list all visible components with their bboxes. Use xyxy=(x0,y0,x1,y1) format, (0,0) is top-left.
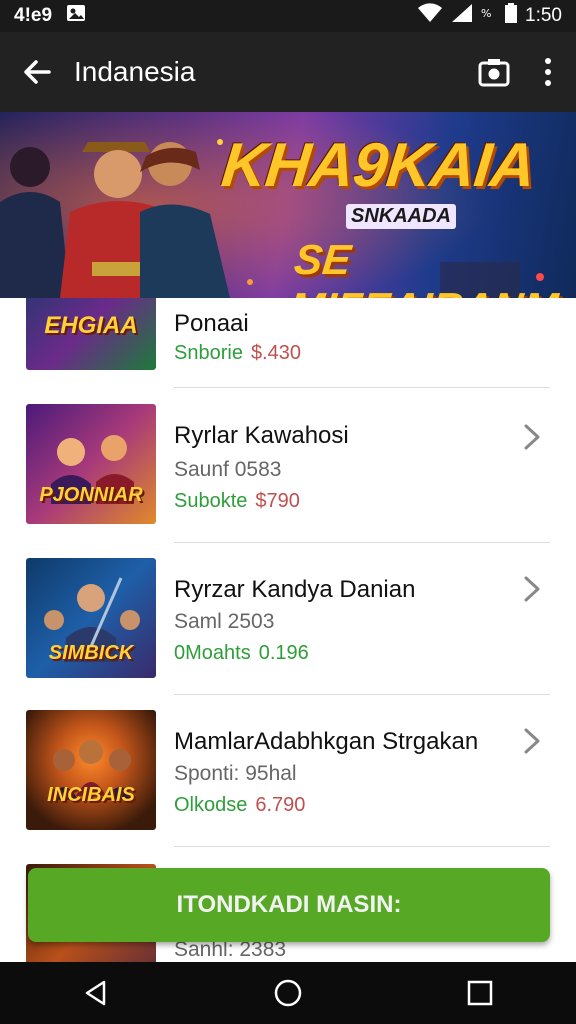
system-nav-bar xyxy=(0,962,576,1024)
image-notification-icon xyxy=(66,4,86,28)
item-title: Ryrzar Kandya Danian xyxy=(174,576,416,603)
list-item[interactable]: INCIBAIS MamlarAdabhkgan Strgakan Sponti… xyxy=(26,710,550,850)
thumbnail-label: SIMBICK xyxy=(48,642,134,664)
price-value: 0.196 xyxy=(258,642,309,664)
item-title: MamlarAdabhkgan Strgakan xyxy=(174,728,479,755)
status-left-text: 4!e9 xyxy=(14,5,53,26)
signal-icon xyxy=(451,3,473,29)
game-thumbnail: PJONNIAR xyxy=(26,404,156,524)
price-label: Subokte xyxy=(174,490,248,512)
price-value: 6.790 xyxy=(255,794,306,816)
price-value: $.430 xyxy=(250,342,301,364)
battery-icon xyxy=(505,3,518,29)
item-title: Ponaai xyxy=(174,310,249,337)
thumbnail-label: EHGIAA xyxy=(44,312,138,339)
list-item[interactable]: EHGIAA Ponaai Snborie $.430 xyxy=(26,298,550,388)
divider xyxy=(174,694,550,695)
promo-banner[interactable]: KHA9KAIA SNKAADA SE MIFEAIRANM xyxy=(0,112,576,298)
wifi-icon xyxy=(417,3,443,29)
game-thumbnail: SIMBICK xyxy=(26,558,156,678)
status-right: % 1:50 xyxy=(417,3,562,29)
thumbnail-label: INCIBAIS xyxy=(47,784,135,806)
price-label: Olkodse xyxy=(174,794,248,816)
triangle-back-icon xyxy=(85,980,106,1006)
banner-tagline: SE MIFEAIRANM xyxy=(287,236,560,298)
circle-home-icon xyxy=(274,979,302,1007)
divider xyxy=(174,387,550,388)
divider xyxy=(174,846,550,847)
app-bar: Indanesia xyxy=(0,32,576,112)
item-meta: Saml 2503 xyxy=(174,610,275,633)
item-price: Olkodse 6.790 xyxy=(174,794,305,817)
divider xyxy=(174,542,550,543)
chevron-right-icon xyxy=(524,728,540,754)
item-price: Snborie $.430 xyxy=(174,342,301,365)
nav-back-button[interactable] xyxy=(66,963,126,1023)
banner-title: KHA9KAIA xyxy=(218,131,538,200)
nav-home-button[interactable] xyxy=(258,963,318,1023)
status-bar: 4!e9 % 1:50 xyxy=(0,0,576,32)
game-thumbnail: INCIBAIS xyxy=(26,710,156,830)
item-price: Subokte $790 xyxy=(174,490,300,513)
price-label: 0Moahts xyxy=(174,642,251,664)
chevron-right-icon xyxy=(524,424,540,450)
more-vert-icon xyxy=(545,58,551,86)
data-indicator-icon: % xyxy=(481,3,497,29)
item-title: Ryrlar Kawahosi xyxy=(174,422,349,449)
more-options-button[interactable] xyxy=(520,32,576,112)
item-meta: Saunf 0583 xyxy=(174,458,282,481)
banner-subtitle: SNKAADA xyxy=(346,204,456,229)
list-item[interactable]: SIMBICK Ryrzar Kandya Danian Saml 2503 0… xyxy=(26,558,550,698)
status-time: 1:50 xyxy=(525,5,562,26)
app-title: Indanesia xyxy=(74,56,196,87)
arrow-left-icon xyxy=(24,60,51,84)
back-button[interactable] xyxy=(0,32,74,112)
status-left: 4!e9 xyxy=(14,4,86,28)
thumbnail-art xyxy=(50,740,134,800)
price-value: $790 xyxy=(255,490,300,512)
square-recents-icon xyxy=(467,980,493,1006)
game-thumbnail: EHGIAA xyxy=(26,298,156,370)
thumbnail-label: PJONNIAR xyxy=(39,484,143,506)
item-meta: Sponti: 95hal xyxy=(174,762,297,785)
primary-action-button[interactable]: ITONDKADI MASIN: xyxy=(28,868,550,942)
nav-recents-button[interactable] xyxy=(450,963,510,1023)
chevron-right-icon xyxy=(524,576,540,602)
price-label: Snborie xyxy=(174,342,243,364)
item-price: 0Moahts 0.196 xyxy=(174,642,309,665)
camera-icon xyxy=(478,59,510,87)
game-list: EHGIAA Ponaai Snborie $.430 PJONNIAR Ryrl… xyxy=(0,298,576,962)
camera-button[interactable] xyxy=(468,32,520,112)
list-item[interactable]: PJONNIAR Ryrlar Kawahosi Saunf 0583 Subo… xyxy=(26,404,550,544)
svg-text:%: % xyxy=(481,7,491,20)
